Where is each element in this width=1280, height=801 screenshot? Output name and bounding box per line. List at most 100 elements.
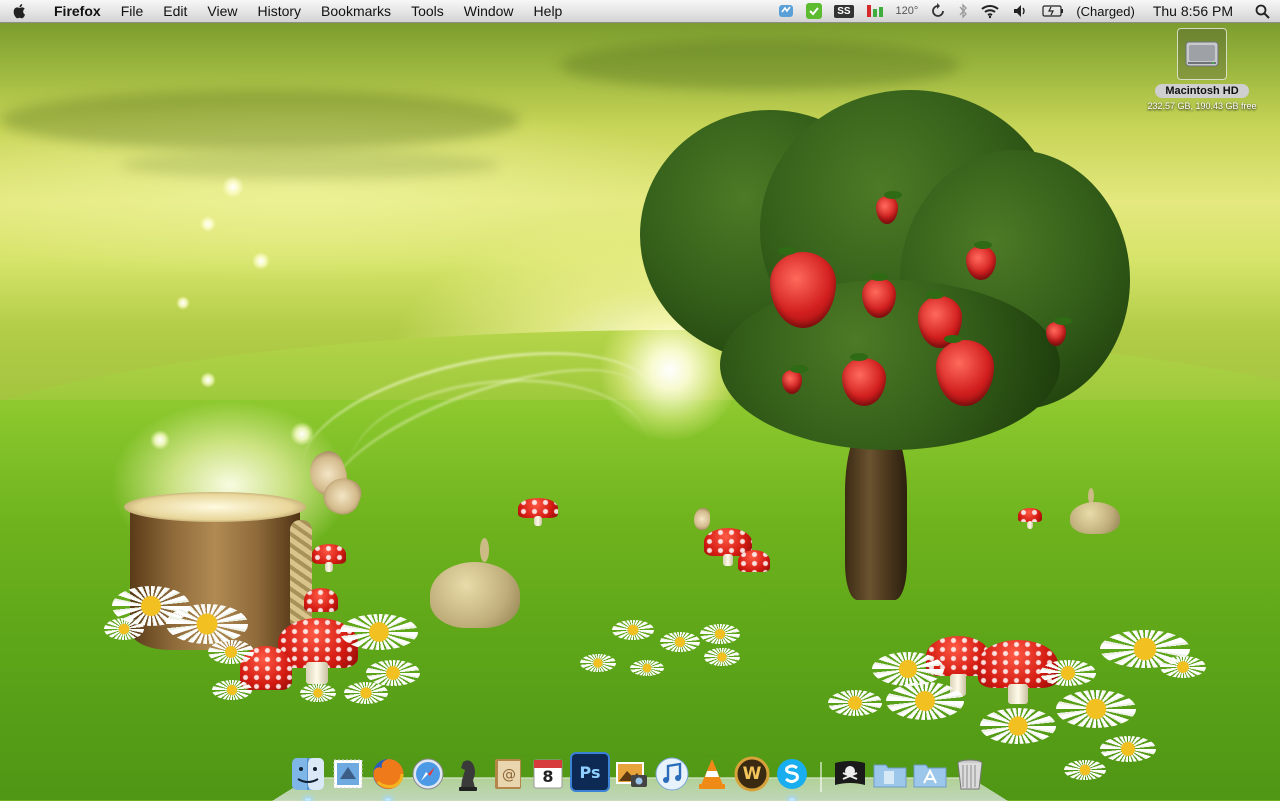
dock: @ 8 Ps W [290, 746, 1000, 801]
desktop-wallpaper [0, 0, 1280, 800]
menu-app-name[interactable]: Firefox [40, 0, 111, 22]
wallpaper-daisy [700, 624, 740, 644]
menu-window[interactable]: Window [454, 0, 524, 22]
wallpaper-mushroom [1018, 508, 1042, 530]
menubar-clock[interactable]: Thu 8:56 PM [1141, 0, 1245, 22]
documents-folder-icon [873, 764, 907, 788]
wallpaper-daisy [166, 604, 248, 644]
menu-help[interactable]: Help [524, 0, 573, 22]
desktop-drive-macintosh-hd[interactable]: Macintosh HD 232.57 GB, 190.43 GB free [1140, 28, 1264, 111]
photoshop-icon: Ps [579, 762, 601, 782]
drive-label[interactable]: Macintosh HD [1155, 84, 1249, 98]
wow-letter: W [742, 764, 762, 784]
cpu-meter-icon[interactable] [860, 0, 890, 22]
skype-icon [777, 759, 807, 789]
dock-address-book[interactable]: @ [490, 756, 526, 792]
dock-applications[interactable] [912, 756, 948, 792]
dock-vlc[interactable] [694, 756, 730, 792]
wallpaper-daisy [1040, 660, 1096, 686]
dock-skype[interactable] [774, 756, 810, 801]
wallpaper-daisy [1056, 690, 1136, 728]
itunes-icon [655, 757, 689, 791]
wallpaper-mushroom [312, 544, 346, 574]
wallpaper-daisy [872, 652, 944, 686]
menu-bookmarks[interactable]: Bookmarks [311, 0, 401, 22]
dock-mail[interactable] [330, 756, 366, 792]
menu-view[interactable]: View [197, 0, 247, 22]
dock-iphoto[interactable] [614, 756, 650, 792]
apple-menu-icon[interactable] [0, 3, 40, 19]
dock-chess[interactable] [450, 756, 486, 792]
menu-history[interactable]: History [247, 0, 311, 22]
wallpaper-mushroom [304, 588, 338, 618]
dock-ical[interactable]: 8 [530, 756, 566, 792]
wallpaper-daisy [1160, 656, 1206, 678]
battery-status-text[interactable]: (Charged) [1070, 0, 1141, 22]
mail-stamp-icon [333, 759, 363, 789]
wallpaper-bunny [430, 538, 520, 630]
time-machine-sync-icon[interactable] [924, 0, 952, 22]
wallpaper-daisy [580, 654, 616, 672]
dock-finder[interactable] [290, 756, 326, 801]
dock-photoshop[interactable]: Ps [570, 752, 610, 792]
cloud-sync-icon[interactable] [772, 0, 800, 22]
ss-status-icon[interactable]: SS [828, 0, 859, 22]
trash-icon [957, 759, 983, 790]
wallpaper-daisy [980, 708, 1056, 744]
dock-trash[interactable] [952, 756, 988, 792]
menu-tools[interactable]: Tools [401, 0, 454, 22]
dock-separator [820, 762, 822, 792]
dock-documents[interactable] [872, 756, 908, 792]
wallpaper-daisy [828, 690, 882, 716]
wallpaper-sparkle [222, 176, 244, 198]
menu-file[interactable]: File [111, 0, 154, 22]
wallpaper-daisy [1100, 736, 1156, 762]
vlc-cone-icon [699, 759, 725, 789]
drive-capacity-info: 232.57 GB, 190.43 GB free [1147, 101, 1257, 111]
dock-itunes[interactable] [654, 756, 690, 792]
wallpaper-daisy [886, 682, 964, 720]
firefox-icon [373, 758, 404, 789]
wallpaper-daisy [212, 680, 252, 700]
wallpaper-daisy [612, 620, 654, 640]
wallpaper-butterfly [302, 447, 366, 520]
dock-safari[interactable] [410, 756, 446, 792]
wallpaper-daisy [300, 684, 336, 702]
svg-text:@: @ [502, 767, 516, 783]
finder-icon [292, 758, 324, 790]
wallpaper-cloud [120, 150, 500, 180]
wallpaper-mushroom [738, 550, 770, 580]
wallpaper-daisy [660, 632, 700, 652]
volume-icon[interactable] [1006, 0, 1036, 22]
wallpaper-daisy [344, 682, 388, 704]
wallpaper-daisy [208, 640, 254, 664]
calendar-day: 8 [542, 767, 554, 786]
dock-firefox[interactable] [370, 756, 406, 801]
dock-pirate[interactable] [832, 756, 868, 792]
wallpaper-sparkle [176, 296, 190, 310]
wallpaper-daisy [630, 660, 664, 676]
wifi-icon[interactable] [974, 0, 1006, 22]
hard-drive-icon[interactable] [1177, 28, 1227, 80]
menu-edit[interactable]: Edit [153, 0, 197, 22]
address-book-icon: @ [495, 759, 521, 789]
iphoto-icon [616, 762, 647, 787]
wallpaper-bunny [1070, 488, 1120, 534]
evernote-icon[interactable] [800, 0, 828, 22]
battery-icon[interactable] [1036, 0, 1070, 22]
wallpaper-sparkle [200, 372, 216, 388]
temperature-readout[interactable]: 120° [890, 0, 925, 22]
wallpaper-daisy [1064, 760, 1106, 780]
wallpaper-cloud [560, 40, 960, 90]
spotlight-search-icon[interactable] [1245, 0, 1280, 22]
bluetooth-icon[interactable] [952, 0, 974, 22]
wallpaper-sparkle [252, 252, 270, 270]
applications-folder-icon [913, 764, 947, 788]
wallpaper-sparkle [290, 422, 314, 446]
wallpaper-cloud [0, 90, 520, 150]
dock-world-of-warcraft[interactable]: W [734, 756, 770, 792]
wallpaper-sparkle [200, 216, 216, 232]
ss-label: SS [834, 4, 854, 18]
pirate-flag-icon [835, 761, 865, 785]
wallpaper-daisy [340, 614, 418, 650]
